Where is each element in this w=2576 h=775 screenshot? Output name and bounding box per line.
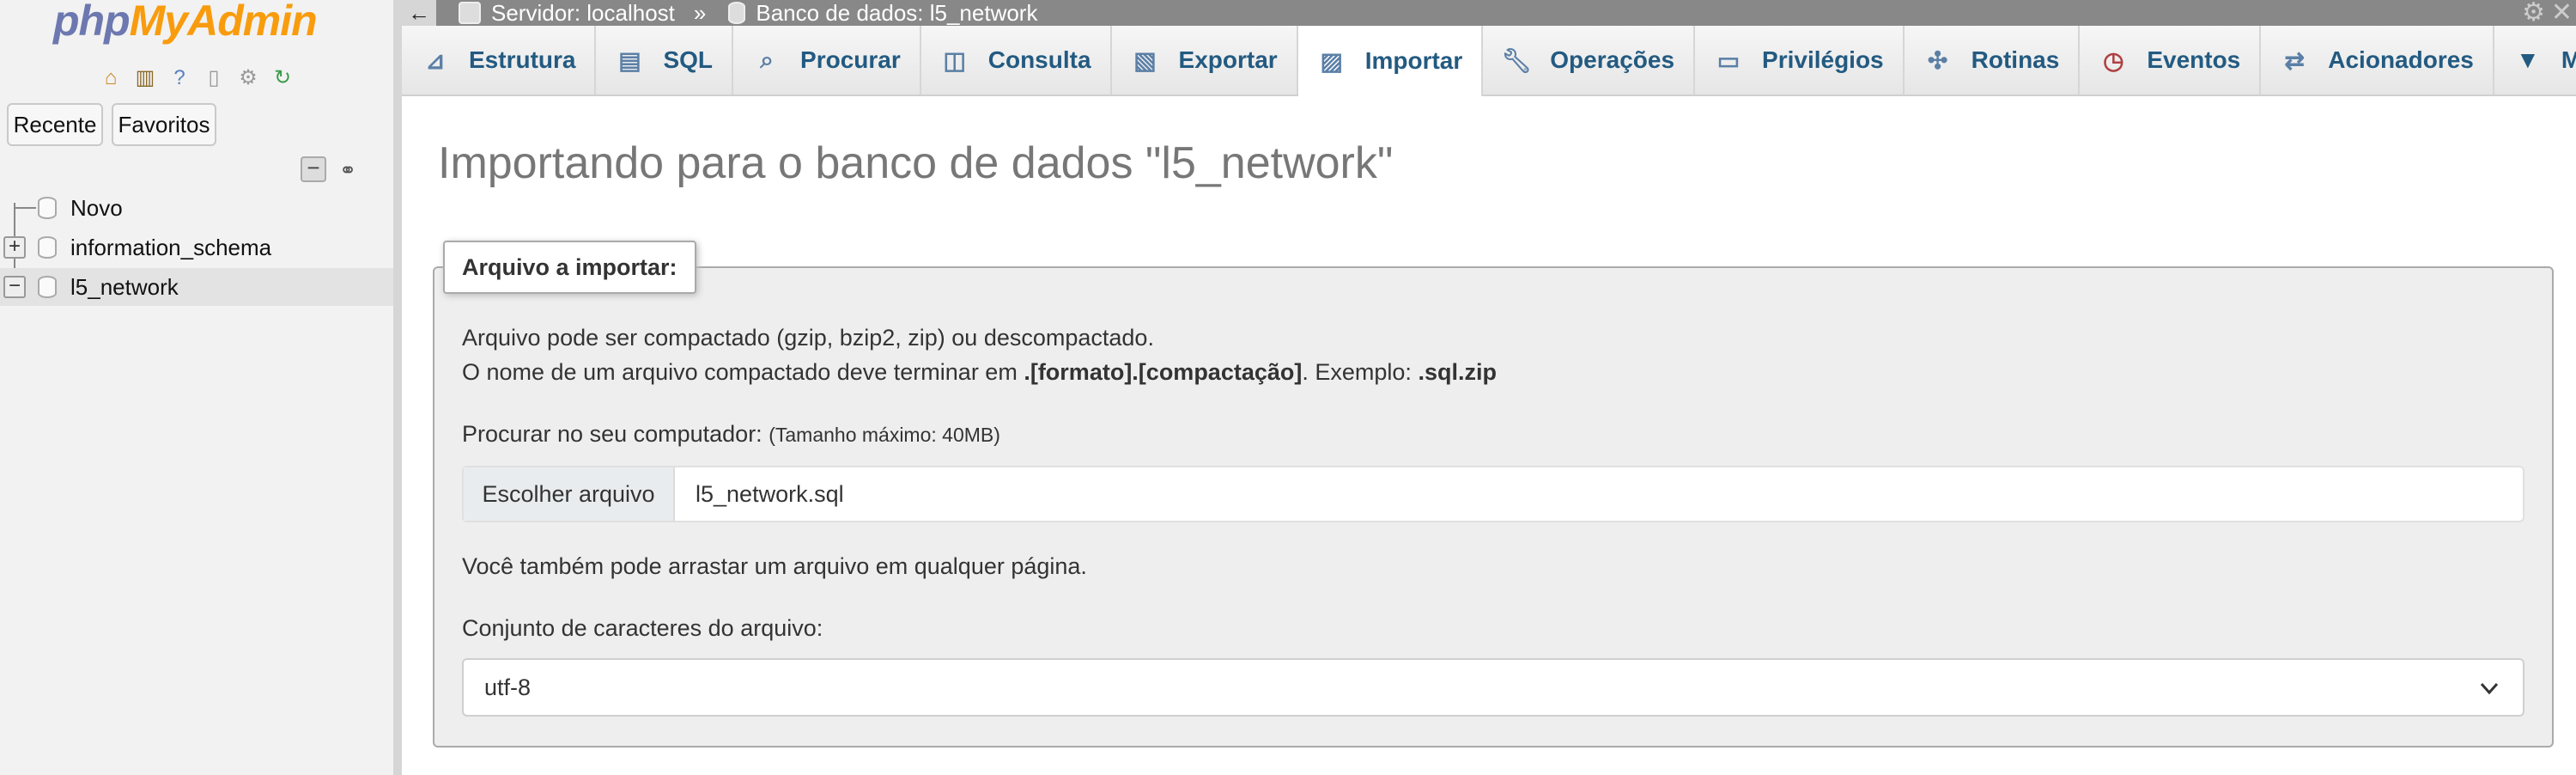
tab-operacoes[interactable]: 🔧︎ Operações [1483,26,1696,95]
charset-label: Conjunto de caracteres do arquivo: [462,615,823,641]
compression-info: Arquivo pode ser compactado (gzip, bzip2… [462,325,1154,351]
new-database-icon [38,197,57,219]
tab-label: Acionadores [2328,46,2474,73]
choose-file-button[interactable]: Escolher arquivo [464,467,675,521]
tab-label: Privilégios [1762,46,1884,73]
navigation-panel: phpMyAdmin ⌂ ▥ ? ▯ ⚙ ↻ Recente Favoritos… [0,0,402,775]
nav-icon-bar: ⌂ ▥ ? ▯ ⚙ ↻ [96,64,297,93]
main-menu-tabs: ⊿ Estrutura ▤ SQL ⌕ Procurar ◫ Consulta … [402,26,2576,96]
charset-selected-value: utf-8 [484,674,532,700]
tab-sql[interactable]: ▤ SQL [596,26,734,95]
collapse-icon[interactable]: − [3,276,26,298]
query-icon: ◫ [943,46,966,74]
database-icon [38,236,57,259]
file-input[interactable]: Escolher arquivo l5_network.sql [462,466,2524,522]
close-icon[interactable]: ✕ [2551,0,2573,26]
tab-mais[interactable]: ▼ Mais [2494,26,2576,95]
logo-php: php [53,0,131,45]
tree-item-information-schema[interactable]: + information_schema [0,229,393,266]
reload-icon[interactable]: ↻ [268,64,297,93]
selected-file-name: l5_network.sql [696,480,844,507]
max-size-note: (Tamanho máximo: 40MB) [769,424,1000,446]
tab-label: Consulta [987,46,1091,73]
tree-connector [14,207,36,209]
privileges-icon: ▭ [1716,46,1741,74]
database-icon [38,276,57,298]
filename-info: O nome de um arquivo compactado deve ter… [462,359,1497,386]
link-with-main-icon[interactable]: ⚭ [335,158,361,182]
gear-icon[interactable]: ⚙ [2522,0,2545,26]
breadcrumb-bar: ← Servidor: localhost » Banco de dados: … [402,0,2576,26]
breadcrumb-server[interactable]: Servidor: localhost [459,0,675,27]
logo-admin: Admin [187,0,318,45]
fieldset-legend: Arquivo a importar: [443,241,696,294]
tab-label: Mais [2561,46,2576,73]
tab-privilegios[interactable]: ▭ Privilégios [1695,26,1905,95]
events-icon: ◷ [2103,46,2124,74]
tab-label: Operações [1550,46,1675,73]
tree-item-new[interactable]: Novo [0,189,393,227]
structure-icon: ⊿ [425,46,446,74]
caret-down-icon: ▼ [2516,46,2540,73]
docs-icon[interactable]: ▯ [199,64,228,93]
tree-item-label[interactable]: l5_network [70,274,179,301]
expand-icon[interactable]: + [3,236,26,259]
routines-icon: ✣ [1927,46,1948,74]
tab-rotinas[interactable]: ✣ Rotinas [1904,26,2081,95]
home-icon[interactable]: ⌂ [96,64,125,93]
settings-icon[interactable]: ⚙ [234,64,263,93]
tab-consulta[interactable]: ◫ Consulta [920,26,1112,95]
breadcrumb-database-label[interactable]: Banco de dados: l5_network [756,0,1037,27]
tab-label: Eventos [2147,46,2241,73]
browse-label: Procurar no seu computador: [462,421,762,447]
example-extension: .sql.zip [1418,359,1497,385]
back-arrow-icon[interactable]: ← [402,0,436,26]
help-icon[interactable]: ? [165,64,194,93]
tab-acionadores[interactable]: ⇄ Acionadores [2261,26,2494,95]
export-icon: ▧ [1133,46,1157,74]
tab-label: SQL [663,46,714,73]
charset-select[interactable]: utf-8 [462,658,2524,717]
tab-exportar[interactable]: ▧ Exportar [1111,26,1298,95]
breadcrumb-database[interactable]: Banco de dados: l5_network [728,0,1037,27]
tree-item-label[interactable]: information_schema [70,235,271,261]
tab-eventos[interactable]: ◷ Eventos [2080,26,2262,95]
logout-icon[interactable]: ▥ [131,64,160,93]
example-label: . Exemplo: [1302,359,1419,385]
chevron-down-icon [2480,682,2499,695]
tab-importar[interactable]: ▨ Importar [1297,26,1484,96]
filename-info-text: O nome de um arquivo compactado deve ter… [462,359,1024,385]
tab-label: Importar [1364,47,1463,74]
logo-my: My [129,0,188,45]
browse-label-row: Procurar no seu computador: (Tamanho máx… [462,421,1000,448]
tab-procurar[interactable]: ⌕ Procurar [733,26,921,95]
wrench-icon: 🔧︎ [1501,46,1533,74]
tab-label: Estrutura [469,46,576,73]
search-icon: ⌕ [760,46,774,73]
recent-tab[interactable]: Recente [7,103,103,146]
tab-estrutura[interactable]: ⊿ Estrutura [402,26,597,95]
format-pattern: .[formato].[compactação] [1024,359,1303,385]
breadcrumb-server-label[interactable]: Servidor: localhost [491,0,675,27]
phpmyadmin-logo[interactable]: phpMyAdmin [53,0,318,46]
breadcrumb-separator: » [693,0,707,26]
server-icon [459,2,481,24]
collapse-all-icon[interactable]: − [301,156,326,182]
sql-icon: ▤ [618,46,641,74]
tree-item-l5-network[interactable]: − l5_network [0,268,393,306]
triggers-icon: ⇄ [2284,46,2305,74]
tab-label: Exportar [1178,46,1278,73]
tab-label: Procurar [800,46,901,73]
tab-label: Rotinas [1971,46,2060,73]
import-icon: ▨ [1320,47,1343,75]
tree-item-label[interactable]: Novo [70,195,123,222]
drag-hint: Você também pode arrastar um arquivo em … [462,553,1087,579]
favorites-tab[interactable]: Favoritos [112,103,216,146]
database-icon [728,2,746,24]
page-title: Importando para o banco de dados "l5_net… [438,138,1394,188]
